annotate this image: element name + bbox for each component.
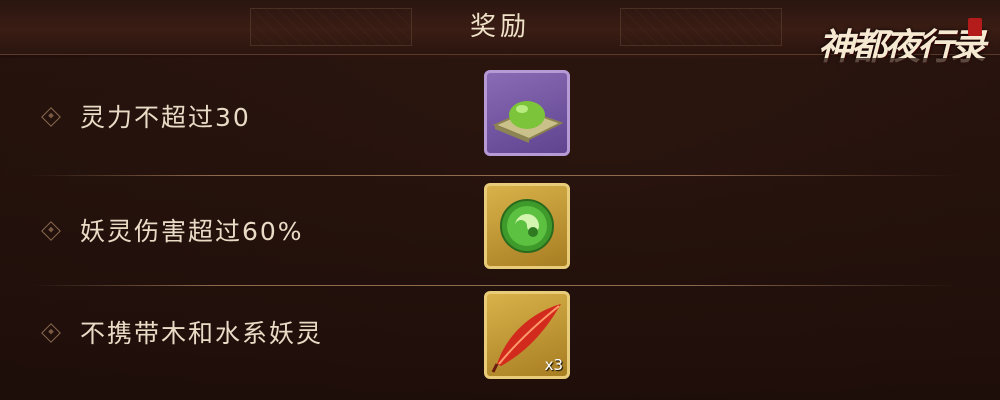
jade-orb-icon	[500, 199, 554, 253]
reward-row: 灵力不超过30	[0, 58, 1000, 170]
green-dumpling-icon	[492, 101, 564, 143]
reward-row: 妖灵伤害超过60%	[0, 175, 1000, 287]
reward-condition: 灵力不超过30	[80, 103, 251, 132]
item-quantity: x3	[544, 356, 563, 374]
reward-condition: 不携带木和水系妖灵	[80, 319, 324, 348]
reward-row: 不携带木和水系妖灵 x3	[0, 285, 1000, 397]
bullet-diamond-icon	[41, 107, 61, 127]
bullet-diamond-icon	[41, 323, 61, 343]
reward-condition: 妖灵伤害超过60%	[80, 217, 304, 246]
logo-seal	[968, 18, 982, 36]
reward-item-slot[interactable]	[484, 183, 570, 269]
reward-panel: 灵力不超过30 妖灵伤害超过60% 不携带木和水系妖灵 x3	[0, 58, 1000, 400]
reward-item-slot[interactable]	[484, 70, 570, 156]
bullet-diamond-icon	[41, 221, 61, 241]
reward-item-slot[interactable]: x3	[484, 291, 570, 379]
